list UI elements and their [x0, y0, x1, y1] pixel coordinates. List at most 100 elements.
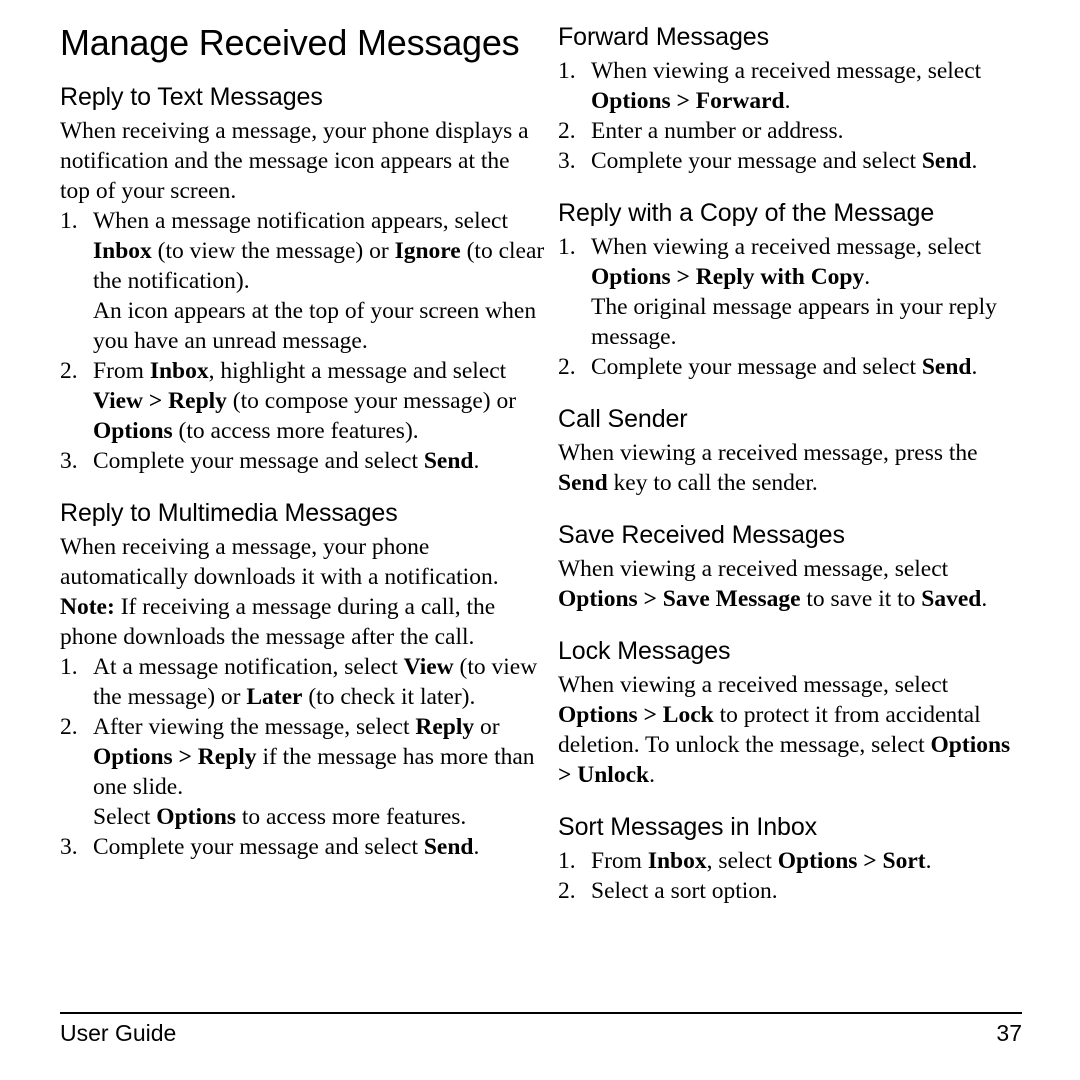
paragraph-text: When viewing a received message, select [558, 672, 949, 698]
section-lock-messages: Lock Messages When viewing a received me… [558, 636, 1022, 790]
section-sort-messages-in-inbox: Sort Messages in Inbox 1. From Inbox, sel… [558, 812, 1022, 906]
step-text: Complete your message and select [93, 448, 424, 474]
step-text: . [473, 448, 480, 474]
section-save-received-messages: Save Received Messages When viewing a re… [558, 520, 1022, 614]
step-list: 1. When a message notification appears, s… [60, 206, 545, 476]
step-list: 1. At a message notification, select View… [60, 652, 545, 862]
manual-page: Manage Received Messages Reply to Text M… [0, 0, 1080, 1080]
page-title: Manage Received Messages [60, 22, 520, 63]
section-heading: Lock Messages [558, 637, 731, 665]
step-text: Complete your message and select [591, 354, 922, 380]
ui-term: Options [93, 418, 173, 444]
step-number: 1. [558, 58, 576, 84]
section-paragraph: When viewing a received message, select … [558, 670, 1022, 790]
step-text: . [971, 354, 978, 380]
step-text: When viewing a received message, select [591, 234, 982, 260]
step-substep: An icon appears at the top of your scree… [93, 298, 537, 354]
step-text: (to check it later). [302, 684, 476, 710]
left-column: Manage Received Messages Reply to Text M… [0, 0, 545, 862]
step-text: From [93, 358, 150, 384]
ui-term: Later [246, 684, 303, 710]
note-text: If receiving a message during a call, th… [60, 594, 496, 650]
step-text: . [925, 848, 932, 874]
ui-term: Options > Reply with Copy [591, 264, 865, 290]
step-number: 3. [60, 448, 78, 474]
step-number: 3. [558, 148, 576, 174]
list-item: 1. From Inbox, select Options > Sort. [558, 846, 1022, 876]
page-number: 37 [996, 1020, 1022, 1046]
step-text: , select [706, 848, 778, 874]
step-number: 2. [558, 878, 576, 904]
ui-term: Options > Lock [558, 702, 714, 728]
section-intro-paragraph: When receiving a message, your phone aut… [60, 534, 499, 590]
note-paragraph: Note: If receiving a message during a ca… [60, 592, 545, 652]
note-label: Note: [60, 594, 115, 620]
step-text: At a message notification, select [93, 654, 404, 680]
ui-term: Send [423, 448, 474, 474]
ui-term: Saved [921, 586, 982, 612]
ui-term: Ignore [394, 238, 461, 264]
step-substep: The original message appears in your rep… [591, 294, 997, 350]
step-number: 2. [60, 358, 78, 384]
ui-term: Send [921, 148, 972, 174]
ui-term: Options > Save Message [558, 586, 801, 612]
step-number: 2. [558, 118, 576, 144]
paragraph-text: When viewing a received message, select [558, 556, 949, 582]
step-text: From [591, 848, 648, 874]
ui-term: View [403, 654, 454, 680]
ui-term: Send [921, 354, 972, 380]
step-text: (to view the message) or [151, 238, 395, 264]
list-item: 1. When a message notification appears, s… [60, 206, 545, 356]
paragraph-text: When viewing a received message, press t… [558, 440, 978, 466]
section-reply-to-text-messages: Reply to Text Messages When receiving a … [60, 82, 545, 476]
step-number: 3. [60, 834, 78, 860]
section-paragraph: When viewing a received message, select … [558, 554, 1022, 614]
section-intro-paragraph: When receiving a message, your phone dis… [60, 118, 529, 204]
section-reply-to-multimedia-messages: Reply to Multimedia Messages When receiv… [60, 498, 545, 862]
ui-term: Options > Sort [777, 848, 926, 874]
step-text: . [784, 88, 791, 114]
step-text: After viewing the message, select [93, 714, 416, 740]
list-item: 2. After viewing the message, select Repl… [60, 712, 545, 832]
step-text: (to compose your message) or [226, 388, 517, 414]
paragraph-text: to save it to [800, 586, 922, 612]
section-heading: Call Sender [558, 405, 688, 433]
list-item: 2. From Inbox, highlight a message and se… [60, 356, 545, 446]
list-item: 1. At a message notification, select View… [60, 652, 545, 712]
step-text: Enter a number or address. [591, 118, 844, 144]
step-text: . [864, 264, 871, 290]
page-footer: User Guide 37 [60, 1012, 1022, 1058]
step-text: . [971, 148, 978, 174]
paragraph-text: key to call the sender. [607, 470, 818, 496]
list-item: 2. Enter a number or address. [558, 116, 1022, 146]
ui-term: Inbox [647, 848, 707, 874]
section-heading: Forward Messages [558, 23, 769, 51]
footer-row: User Guide 37 [60, 1014, 1022, 1047]
ui-term: Options > Reply [93, 744, 257, 770]
list-item: 1. When viewing a received message, selec… [558, 232, 1022, 352]
ui-term: Inbox [93, 238, 152, 264]
list-item: 3. Complete your message and select Send. [60, 446, 545, 476]
step-number: 1. [60, 208, 78, 234]
section-call-sender: Call Sender When viewing a received mess… [558, 404, 1022, 498]
page-columns: Manage Received Messages Reply to Text M… [0, 0, 1080, 990]
section-paragraph: When viewing a received message, press t… [558, 438, 1022, 498]
step-number: 1. [558, 234, 576, 260]
step-text: When viewing a received message, select [591, 58, 982, 84]
step-text: When a message notification appears, sel… [93, 208, 508, 234]
step-text: or [474, 714, 500, 740]
step-number: 2. [558, 354, 576, 380]
list-item: 2. Select a sort option. [558, 876, 1022, 906]
list-item: 3. Complete your message and select Send. [60, 832, 545, 862]
step-list: 1. When viewing a received message, selec… [558, 232, 1022, 382]
section-reply-with-copy: Reply with a Copy of the Message 1. When … [558, 198, 1022, 382]
section-heading: Save Received Messages [558, 521, 845, 549]
step-list: 1. From Inbox, select Options > Sort. 2. S… [558, 846, 1022, 906]
step-number: 1. [60, 654, 78, 680]
paragraph-text: . [981, 586, 988, 612]
step-substep: Select Options to access more features. [93, 802, 545, 832]
ui-term: Send [558, 470, 608, 496]
section-forward-messages: Forward Messages 1. When viewing a receiv… [558, 22, 1022, 176]
section-heading: Reply with a Copy of the Message [558, 199, 935, 227]
ui-term: Options > Forward [591, 88, 785, 114]
